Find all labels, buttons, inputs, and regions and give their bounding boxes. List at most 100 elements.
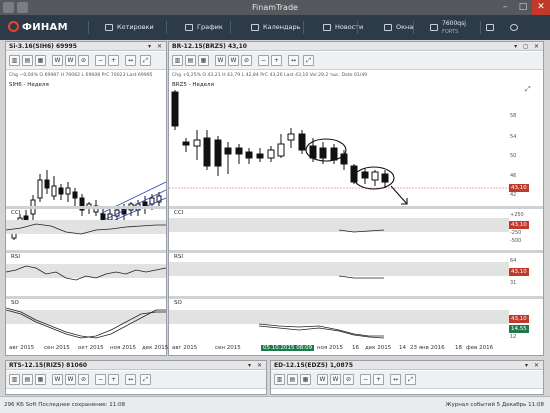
draw-button-w2[interactable]: W <box>330 374 341 385</box>
fullscreen-button[interactable]: ⤢ <box>303 55 314 66</box>
hand-drawn-arrow <box>390 185 408 205</box>
fullscreen-button[interactable]: ⤢ <box>140 55 151 66</box>
pane-splitter[interactable] <box>169 206 543 209</box>
panel-header-buttons[interactable]: ▾ ◻ ✕ <box>514 42 541 51</box>
chart-type-button[interactable]: ▥ <box>172 55 183 66</box>
zoom-out-button[interactable]: − <box>258 55 269 66</box>
chart-type-button[interactable]: ▥ <box>9 374 20 385</box>
account-selector[interactable]: 7600qsj FORTS <box>428 15 466 40</box>
x-axis-label-5: дек 2015 <box>365 345 392 351</box>
nav-news-label: Новости <box>335 23 364 31</box>
draw-button-w1[interactable]: W <box>215 55 226 66</box>
window-title: FinamTrade <box>252 3 298 12</box>
panel-header-buttons[interactable]: ▾ ✕ <box>525 361 541 370</box>
rsi-price-tag: 43,10 <box>509 268 529 276</box>
draw-button-w1[interactable]: W <box>52 55 63 66</box>
zoom-in-button[interactable]: + <box>373 374 384 385</box>
panel-title: ED-12.15(EDZ5) 1,0875 <box>274 362 353 369</box>
main-toolbar: ФИНАМ Котировки График Календарь Новости… <box>0 15 550 40</box>
pane-splitter[interactable] <box>6 206 166 209</box>
pane-splitter[interactable] <box>169 296 543 299</box>
title-bar: FinamTrade – □ ✕ <box>0 0 550 15</box>
chart-type-button[interactable]: ▥ <box>9 55 20 66</box>
lock-button[interactable] <box>484 15 498 40</box>
nav-chart[interactable]: График <box>183 15 223 40</box>
so-chart-si <box>5 307 166 339</box>
nav-quotes-label: Котировки <box>117 23 154 31</box>
indicator-button[interactable]: ▤ <box>287 374 298 385</box>
clear-drawings-button[interactable]: ⊘ <box>241 55 252 66</box>
toolbar-divider <box>480 21 481 34</box>
indicator-button[interactable]: ▤ <box>22 374 33 385</box>
account-id: 7600qsj <box>442 20 466 27</box>
so-chart-br <box>169 310 509 339</box>
cci-chart-si <box>5 220 166 235</box>
draw-button-w2[interactable]: W <box>65 374 76 385</box>
pane-splitter[interactable] <box>169 250 543 253</box>
close-button[interactable]: ✕ <box>532 0 550 15</box>
clear-drawings-button[interactable]: ⊘ <box>78 55 89 66</box>
nav-windows[interactable]: Окна <box>382 15 413 40</box>
draw-button-w1[interactable]: W <box>52 374 63 385</box>
draw-button-w1[interactable]: W <box>317 374 328 385</box>
pane-splitter[interactable] <box>6 296 166 299</box>
fullscreen-button[interactable]: ⤢ <box>140 374 151 385</box>
timeframe-button[interactable]: ▦ <box>198 55 209 66</box>
zoom-out-button[interactable]: − <box>95 55 106 66</box>
indicator-button[interactable]: ▤ <box>22 55 33 66</box>
status-left: 296 КБ Soft Последнее сохранение: 11:08 <box>4 402 126 408</box>
fit-button[interactable]: ↔ <box>390 374 401 385</box>
zoom-in-button[interactable]: + <box>108 374 119 385</box>
rsi-tick-0: 64 <box>510 258 517 264</box>
draw-button-w2[interactable]: W <box>228 55 239 66</box>
timeframe-button[interactable]: ▦ <box>35 374 46 385</box>
y-tick-2: 50 <box>510 153 517 159</box>
pane-splitter[interactable] <box>6 250 166 253</box>
account-sub: FORTS <box>442 29 459 35</box>
nav-calendar[interactable]: Календарь <box>249 15 300 40</box>
indicator-button[interactable]: ▤ <box>185 55 196 66</box>
status-right[interactable]: Журнал событий 5 Декабрь 11:08 <box>446 397 544 413</box>
x-axis-label-3: ноя 2015 <box>317 345 344 351</box>
chart-toolbar: ▥ ▤ ▦ W W ⊘ − + ↔ ⤢ <box>169 52 543 70</box>
clear-drawings-button[interactable]: ⊘ <box>343 374 354 385</box>
zoom-in-button[interactable]: + <box>108 55 119 66</box>
fit-button[interactable]: ↔ <box>288 55 299 66</box>
maximize-button[interactable]: □ <box>514 0 532 15</box>
x-axis-label-9: фев 2016 <box>466 345 494 351</box>
expand-chart-icon[interactable]: ⤢ <box>525 85 531 94</box>
timeframe-button[interactable]: ▦ <box>300 374 311 385</box>
chart-panel-rts: RTS-12.15(RIZ5) 81060 ▾ ✕ ▥ ▤ ▦ W W ⊘ − +… <box>5 360 267 395</box>
app-icon <box>3 2 14 13</box>
calendar-icon <box>251 24 259 31</box>
chart-toolbar: ▥ ▤ ▦ W W ⊘ − + ↔ ⤢ <box>6 52 166 70</box>
minimize-button[interactable]: – <box>496 0 514 15</box>
fit-button[interactable]: ↔ <box>125 55 136 66</box>
rsi-tick-1: 31 <box>510 280 517 286</box>
fit-button[interactable]: ↔ <box>125 374 136 385</box>
cci-price-tag: 43,10 <box>509 221 529 229</box>
toolbar-divider <box>357 21 358 34</box>
cci-tick-2: -500 <box>510 238 522 244</box>
quote-info-line: Chg +0,25% O 43,21 H 43,79 L 42,84 PrC 4… <box>172 73 368 78</box>
chart-type-button[interactable]: ▥ <box>274 374 285 385</box>
x-axis-label-8: 18 <box>455 345 462 351</box>
timeframe-button[interactable]: ▦ <box>35 55 46 66</box>
clear-drawings-button[interactable]: ⊘ <box>78 374 89 385</box>
panel-header-buttons[interactable]: ▾ ✕ <box>248 361 264 370</box>
nav-windows-label: Окна <box>396 23 414 31</box>
so-tick-0: 12 <box>510 334 517 340</box>
panel-title: BR-12.15(BRZ5) 43,10 <box>172 43 247 50</box>
panel-title: Si-3.16(SIH6) 69995 <box>9 43 77 50</box>
panel-header: RTS-12.15(RIZ5) 81060 ▾ ✕ <box>6 361 266 370</box>
panel-header-buttons[interactable]: ▾ ✕ <box>148 42 164 51</box>
zoom-out-button[interactable]: − <box>95 374 106 385</box>
pin-icon[interactable] <box>17 2 28 13</box>
zoom-in-button[interactable]: + <box>271 55 282 66</box>
draw-button-w2[interactable]: W <box>65 55 76 66</box>
settings-button[interactable] <box>508 15 522 40</box>
zoom-out-button[interactable]: − <box>360 374 371 385</box>
nav-quotes[interactable]: Котировки <box>103 15 154 40</box>
fullscreen-button[interactable]: ⤢ <box>405 374 416 385</box>
x-axis-label-1: сен 2015 <box>215 345 241 351</box>
